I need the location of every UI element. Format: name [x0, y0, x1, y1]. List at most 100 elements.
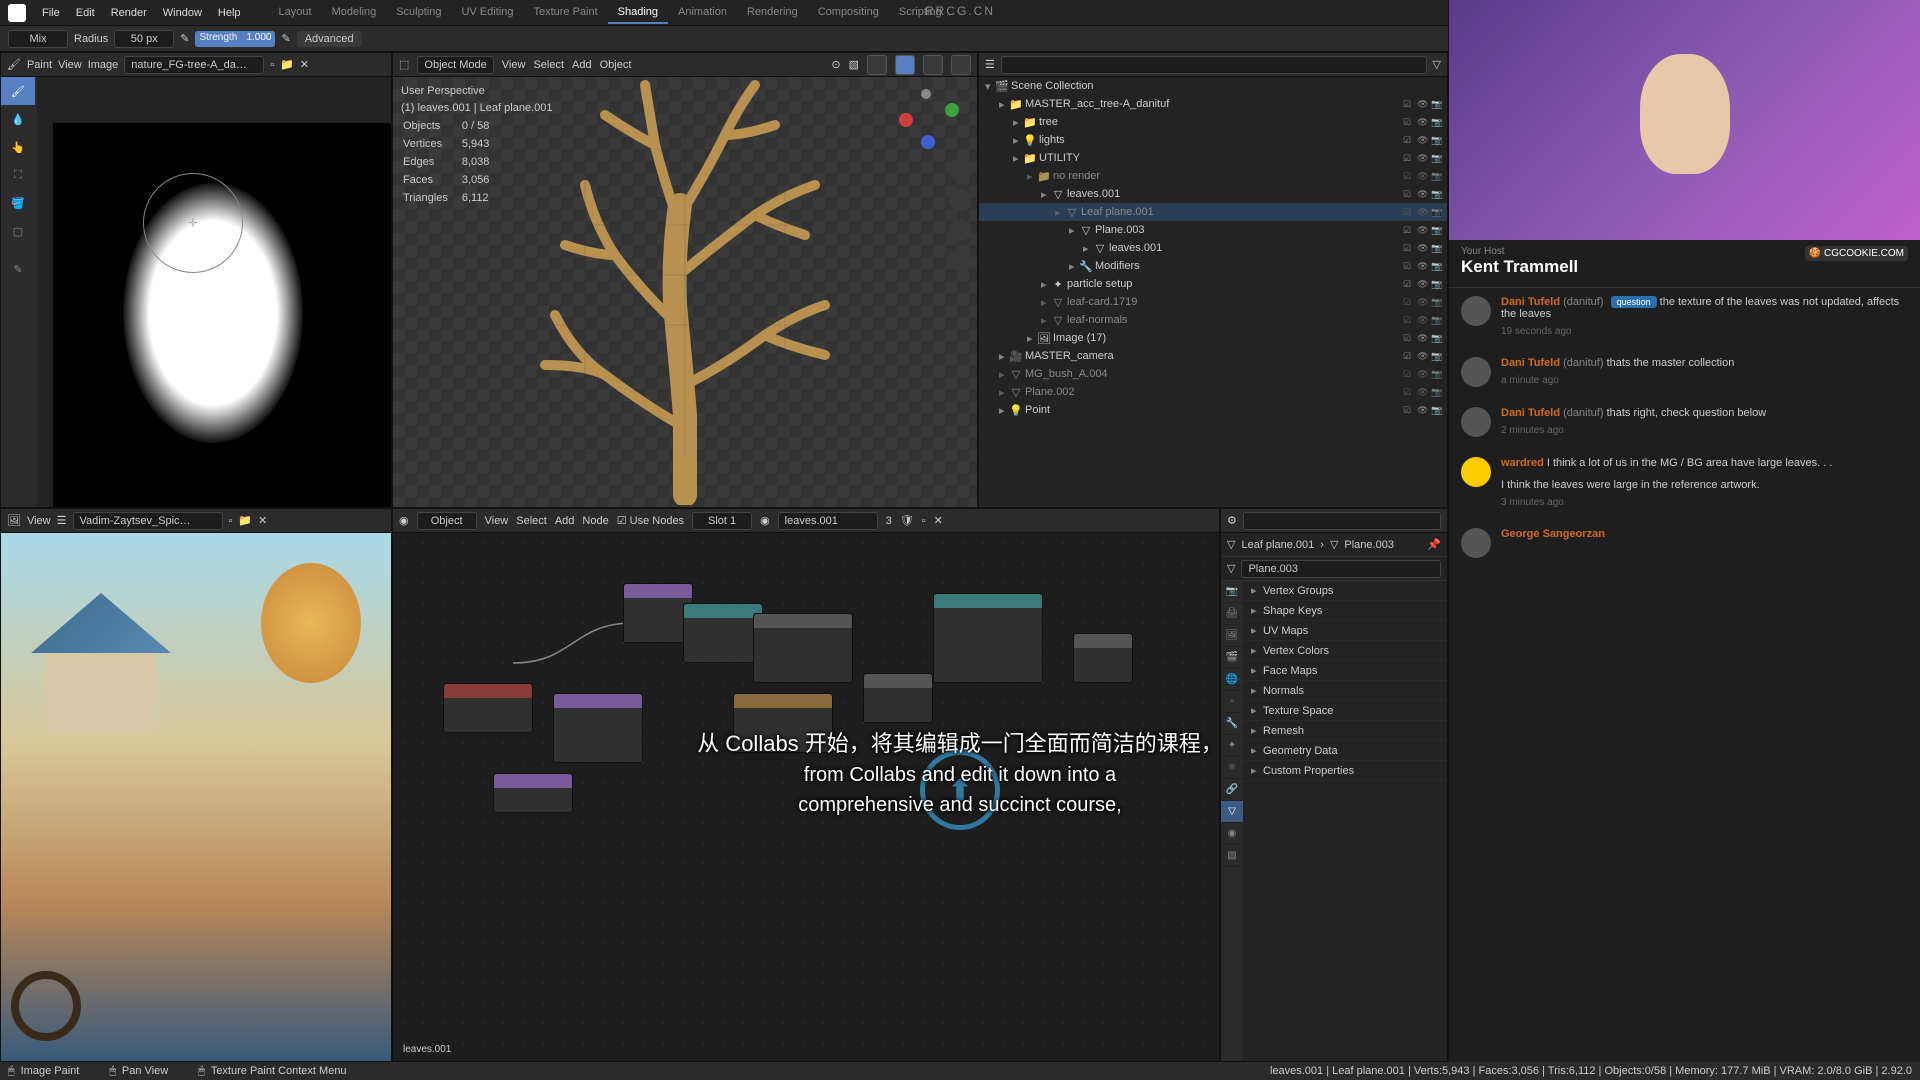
- prop-panel[interactable]: ▸Custom Properties: [1243, 761, 1447, 781]
- restrict-select-icon[interactable]: ☑: [1403, 243, 1415, 254]
- restrict-render-icon[interactable]: 📷: [1431, 135, 1443, 146]
- soften-tool-icon[interactable]: 💧: [1, 105, 35, 133]
- tab-rendering[interactable]: Rendering: [737, 2, 808, 24]
- restrict-visible-icon[interactable]: 👁: [1417, 387, 1429, 398]
- outliner-row[interactable]: ▸🎥MASTER_camera☑👁📷: [979, 347, 1447, 365]
- shade-matprev-icon[interactable]: [923, 55, 943, 75]
- restrict-select-icon[interactable]: ☑: [1403, 153, 1415, 164]
- editor-type-icon[interactable]: ⬚: [399, 58, 409, 71]
- axis-z-icon[interactable]: [921, 135, 935, 149]
- outliner-row[interactable]: ▸▽Plane.003☑👁📷: [979, 221, 1447, 239]
- restrict-render-icon[interactable]: 📷: [1431, 369, 1443, 380]
- outliner-row[interactable]: ▸💡lights☑👁📷: [979, 131, 1447, 149]
- restrict-select-icon[interactable]: ☑: [1403, 261, 1415, 272]
- outliner-search[interactable]: [1001, 56, 1427, 74]
- restrict-select-icon[interactable]: ☑: [1403, 135, 1415, 146]
- prop-panel[interactable]: ▸UV Maps: [1243, 621, 1447, 641]
- open-icon[interactable]: 📁: [238, 514, 252, 527]
- tab-objectdata-icon[interactable]: ▽: [1221, 801, 1243, 823]
- node-image-tex[interactable]: [753, 613, 853, 683]
- image-canvas[interactable]: ✛: [53, 123, 391, 507]
- restrict-render-icon[interactable]: 📷: [1431, 387, 1443, 398]
- node-c[interactable]: [493, 773, 573, 813]
- vp-select-menu[interactable]: Select: [533, 59, 564, 71]
- node-principled[interactable]: [933, 593, 1043, 683]
- chat-username[interactable]: Dani Tufeld: [1501, 296, 1560, 308]
- restrict-visible-icon[interactable]: 👁: [1417, 333, 1429, 344]
- restrict-select-icon[interactable]: ☑: [1403, 297, 1415, 308]
- tab-render-icon[interactable]: 📷: [1221, 581, 1243, 603]
- image-name-field[interactable]: nature_FG-tree-A_da…: [124, 56, 264, 74]
- new-image-icon[interactable]: ▫: [270, 59, 274, 71]
- advanced-dropdown[interactable]: Advanced: [297, 31, 362, 47]
- pressure-radius-icon[interactable]: ✎: [180, 32, 189, 45]
- hamburger-icon[interactable]: ☰: [57, 514, 67, 527]
- restrict-visible-icon[interactable]: 👁: [1417, 351, 1429, 362]
- outliner-row[interactable]: ▸📁MASTER_acc_tree-A_danituf☑👁📷: [979, 95, 1447, 113]
- vp-add-menu[interactable]: Add: [572, 59, 592, 71]
- restrict-render-icon[interactable]: 📷: [1431, 315, 1443, 326]
- outliner-row[interactable]: ▸✦particle setup☑👁📷: [979, 275, 1447, 293]
- node-b[interactable]: [683, 603, 763, 663]
- pressure-strength-icon[interactable]: ✎: [281, 32, 290, 45]
- chat-username[interactable]: George Sangeorzan: [1501, 528, 1605, 540]
- restrict-render-icon[interactable]: 📷: [1431, 405, 1443, 416]
- ref-image-name[interactable]: Vadim-Zaytsev_Spic…: [73, 512, 223, 530]
- chat-username[interactable]: Dani Tufeld: [1501, 407, 1560, 419]
- restrict-select-icon[interactable]: ☑: [1403, 99, 1415, 110]
- editor-type-icon[interactable]: ◉: [399, 514, 409, 527]
- vp-object-menu[interactable]: Object: [600, 59, 632, 71]
- breadcrumb-obj2[interactable]: Plane.003: [1344, 539, 1394, 551]
- editor-type-icon[interactable]: 🖌: [7, 58, 21, 71]
- overlay-icon[interactable]: ⊙: [831, 58, 840, 71]
- editor-type-icon[interactable]: ☰: [985, 58, 995, 71]
- zoom-icon[interactable]: [949, 159, 971, 181]
- outliner-row[interactable]: ▸▽Plane.002☑👁📷: [979, 383, 1447, 401]
- outliner-row[interactable]: ▸▽leaf-card.1719☑👁📷: [979, 293, 1447, 311]
- tab-modeling[interactable]: Modeling: [322, 2, 387, 24]
- node-output[interactable]: [1073, 633, 1133, 683]
- node-view-menu[interactable]: View: [485, 515, 509, 527]
- tab-texture-icon[interactable]: ▨: [1221, 845, 1243, 867]
- tab-animation[interactable]: Animation: [668, 2, 737, 24]
- restrict-render-icon[interactable]: 📷: [1431, 117, 1443, 128]
- outliner-row[interactable]: ▸📁tree☑👁📷: [979, 113, 1447, 131]
- restrict-visible-icon[interactable]: 👁: [1417, 297, 1429, 308]
- draw-tool-icon[interactable]: 🖌: [1, 77, 35, 105]
- pan-icon[interactable]: [949, 189, 971, 211]
- restrict-select-icon[interactable]: ☑: [1403, 171, 1415, 182]
- axis-x-icon[interactable]: [899, 113, 913, 127]
- tab-world-icon[interactable]: 🌐: [1221, 669, 1243, 691]
- node-texcoord[interactable]: [443, 683, 533, 733]
- fake-user-icon[interactable]: 🛡: [900, 514, 914, 527]
- open-image-icon[interactable]: 📁: [280, 58, 294, 71]
- prop-panel[interactable]: ▸Geometry Data: [1243, 741, 1447, 761]
- tab-particle-icon[interactable]: ✦: [1221, 735, 1243, 757]
- radius-value[interactable]: 50 px: [114, 30, 174, 48]
- restrict-visible-icon[interactable]: 👁: [1417, 153, 1429, 164]
- new-mat-icon[interactable]: ▫: [922, 515, 926, 527]
- 3d-viewport[interactable]: ⬚ Object Mode View Select Add Object ⊙ ▧…: [392, 52, 978, 508]
- blend-mode[interactable]: Mix: [8, 30, 68, 48]
- clone-tool-icon[interactable]: ⛶: [1, 161, 35, 189]
- restrict-select-icon[interactable]: ☑: [1403, 315, 1415, 326]
- menu-file[interactable]: File: [34, 3, 68, 23]
- restrict-visible-icon[interactable]: 👁: [1417, 99, 1429, 110]
- restrict-render-icon[interactable]: 📷: [1431, 99, 1443, 110]
- restrict-visible-icon[interactable]: 👁: [1417, 405, 1429, 416]
- tab-object-icon[interactable]: ▫: [1221, 691, 1243, 713]
- prop-panel[interactable]: ▸Shape Keys: [1243, 601, 1447, 621]
- persp-icon[interactable]: [949, 249, 971, 271]
- restrict-select-icon[interactable]: ☑: [1403, 333, 1415, 344]
- mesh-name-field[interactable]: Plane.003: [1241, 560, 1441, 578]
- restrict-select-icon[interactable]: ☑: [1403, 225, 1415, 236]
- restrict-render-icon[interactable]: 📷: [1431, 279, 1443, 290]
- tab-layout[interactable]: Layout: [269, 2, 322, 24]
- pin-icon[interactable]: 📌: [1427, 538, 1441, 551]
- restrict-select-icon[interactable]: ☑: [1403, 207, 1415, 218]
- prop-panel[interactable]: ▸Remesh: [1243, 721, 1447, 741]
- restrict-select-icon[interactable]: ☑: [1403, 279, 1415, 290]
- menu-render[interactable]: Render: [103, 3, 155, 23]
- outliner-row[interactable]: ▸📁no render☑👁📷: [979, 167, 1447, 185]
- editor-type-icon[interactable]: ⚙: [1227, 514, 1237, 527]
